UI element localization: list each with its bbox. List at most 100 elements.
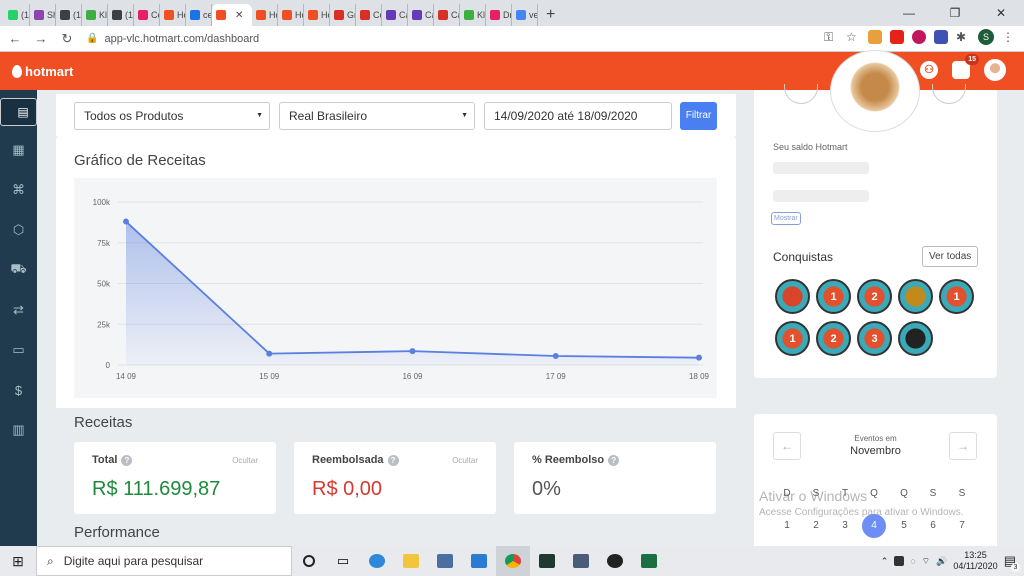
community-icon[interactable]: ⚇	[920, 61, 938, 79]
card-action-icon[interactable]	[784, 84, 818, 104]
notifications-icon[interactable]: ▤ 3	[1004, 553, 1020, 572]
extension-icon[interactable]	[934, 30, 948, 44]
browser-tab[interactable]: Ca	[408, 4, 434, 26]
see-all-button[interactable]: Ver todas	[922, 246, 979, 267]
achievement-badge[interactable]: 2	[857, 279, 892, 314]
hide-link[interactable]: Ocultar	[232, 456, 258, 465]
cortana-icon[interactable]	[292, 546, 326, 576]
extension-icon[interactable]	[912, 30, 926, 44]
info-icon[interactable]: ?	[121, 455, 133, 466]
wifi-icon[interactable]: ⌔	[922, 556, 930, 567]
achievement-badge[interactable]	[775, 279, 810, 314]
metric-value: R$ 111.699,87	[92, 478, 221, 500]
key-icon[interactable]: ⚿	[824, 30, 838, 44]
show-balance-button[interactable]: Mostrar	[771, 212, 801, 225]
puzzle-icon[interactable]: ✱	[956, 30, 970, 44]
achievement-badge[interactable]: 2	[816, 321, 851, 356]
url-field[interactable]: 🔒 app-vlc.hotmart.com/dashboard	[86, 29, 259, 49]
new-tab-button[interactable]: +	[546, 4, 555, 26]
chat-icon[interactable]: 15	[952, 54, 979, 79]
reports-icon[interactable]: ▥	[0, 410, 37, 450]
clock[interactable]: 13:25 04/11/2020	[953, 550, 997, 572]
messages-icon[interactable]: ▭	[0, 330, 37, 370]
browser-tab[interactable]: cer	[186, 4, 212, 26]
tab-favicon	[34, 10, 44, 20]
browser-tab[interactable]: Gm	[330, 4, 356, 26]
chrome-icon[interactable]	[496, 546, 530, 576]
hotmart-logo[interactable]: hotmart	[12, 64, 73, 79]
excel-icon[interactable]	[632, 546, 666, 576]
volume-icon[interactable]: 🔊	[936, 556, 947, 567]
reload-icon[interactable]: ↻	[56, 31, 78, 47]
browser-tab[interactable]: ver	[512, 4, 538, 26]
forward-icon[interactable]: →	[30, 31, 52, 46]
filter-button[interactable]: Filtrar	[680, 102, 717, 130]
achievement-badge[interactable]: 1	[816, 279, 851, 314]
menu-dots-icon[interactable]: ⋮	[1002, 30, 1016, 44]
product-select[interactable]: Todos os Produtos ▼	[74, 102, 270, 130]
network-icon[interactable]: ⌘	[0, 170, 37, 210]
browser-tab[interactable]: (1)	[56, 4, 82, 26]
browser-tab[interactable]: (18	[4, 4, 30, 26]
info-icon[interactable]: ?	[387, 455, 399, 466]
browser-tab[interactable]: Ce	[134, 4, 160, 26]
achievement-badge[interactable]	[898, 279, 933, 314]
lock-icon: 🔒	[86, 33, 99, 44]
browser-tab[interactable]: Ho	[160, 4, 186, 26]
app-icon[interactable]	[530, 546, 564, 576]
mail-icon[interactable]	[462, 546, 496, 576]
extension-icon[interactable]	[868, 30, 882, 44]
tray-app-icon[interactable]	[894, 556, 905, 566]
calculator-icon[interactable]	[564, 546, 598, 576]
next-month-button[interactable]: →	[949, 432, 977, 460]
product-box-icon[interactable]: ⬡	[0, 210, 37, 250]
browser-tab[interactable]: Ho	[252, 4, 278, 26]
browser-tab[interactable]: Ca	[382, 4, 408, 26]
browser-tab[interactable]: (14	[108, 4, 134, 26]
browser-tab[interactable]: Co	[356, 4, 382, 26]
tab-label: (1)	[73, 10, 81, 20]
browser-tab[interactable]: Kli	[460, 4, 486, 26]
browser-tab[interactable]: Ho	[278, 4, 304, 26]
info-icon[interactable]: ?	[608, 455, 620, 466]
money-icon[interactable]: $	[0, 370, 37, 410]
windows-start-icon[interactable]: ⊞	[0, 553, 36, 570]
chevron-up-icon[interactable]: ⌃	[881, 556, 889, 567]
file-explorer-icon[interactable]	[394, 546, 428, 576]
dashboard-icon[interactable]: ▤	[0, 98, 37, 126]
minimize-icon[interactable]: —	[886, 6, 932, 20]
cart-icon[interactable]: ⛟	[0, 250, 37, 290]
achievement-badge[interactable]	[898, 321, 933, 356]
browser-tab[interactable]: Ho	[304, 4, 330, 26]
back-icon[interactable]: ←	[4, 31, 26, 46]
achievement-badge[interactable]: 1	[939, 279, 974, 314]
task-view-icon[interactable]: ▭	[326, 546, 360, 576]
hidden-balance	[773, 190, 869, 202]
obs-icon[interactable]	[598, 546, 632, 576]
sync-icon[interactable]: ⇄	[0, 290, 37, 330]
browser-tab[interactable]: ✕	[212, 4, 252, 26]
achievement-badge[interactable]: 3	[857, 321, 892, 356]
network-icon[interactable]: ◌	[910, 556, 915, 566]
store-icon[interactable]	[428, 546, 462, 576]
restore-icon[interactable]: ❐	[932, 6, 978, 20]
card-action-icon[interactable]	[932, 84, 966, 104]
currency-select[interactable]: Real Brasileiro ▼	[279, 102, 475, 130]
profile-avatar[interactable]: S	[978, 29, 994, 45]
close-window-icon[interactable]: ✕	[978, 6, 1024, 20]
hide-link[interactable]: Ocultar	[452, 456, 478, 465]
browser-tab[interactable]: Sh	[30, 4, 56, 26]
edge-icon[interactable]	[360, 546, 394, 576]
browser-tab[interactable]: Ca	[434, 4, 460, 26]
taskbar-search[interactable]: ⌕ Digite aqui para pesquisar	[36, 546, 292, 576]
apps-grid-icon[interactable]: ▦	[0, 130, 37, 170]
achievement-badge[interactable]: 1	[775, 321, 810, 356]
user-avatar[interactable]	[984, 59, 1006, 81]
tab-label: Ho	[269, 10, 277, 20]
tab-close-icon[interactable]: ✕	[235, 10, 243, 21]
browser-tab[interactable]: Dr	[486, 4, 512, 26]
youtube-extension-icon[interactable]	[890, 30, 904, 44]
date-range-input[interactable]: 14/09/2020 até 18/09/2020	[484, 102, 672, 130]
browser-tab[interactable]: Kli	[82, 4, 108, 26]
star-icon[interactable]: ☆	[846, 30, 860, 44]
